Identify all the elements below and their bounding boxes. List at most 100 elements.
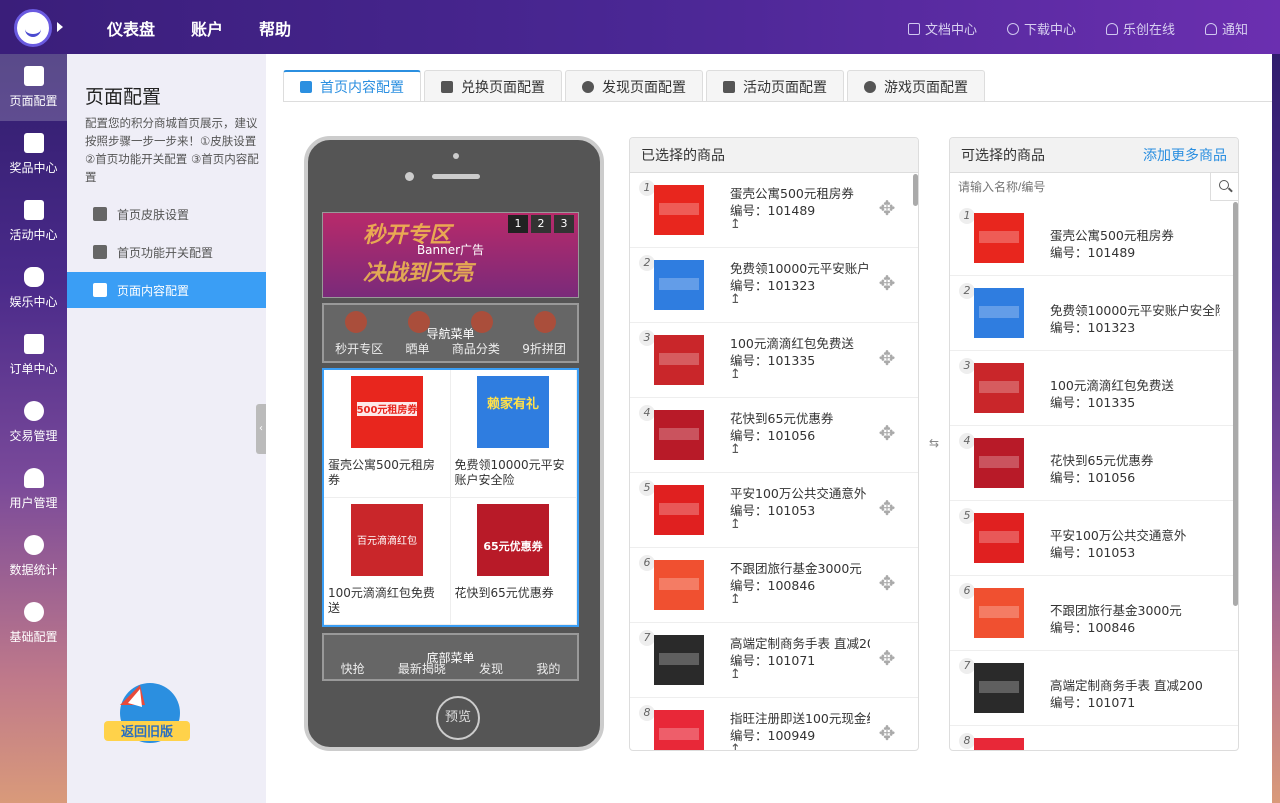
drag-handle-icon[interactable]: ✥ — [876, 572, 898, 594]
leftnav-activity-center[interactable]: 活动中心 — [0, 188, 67, 255]
subnav-skin-setting[interactable]: 首页皮肤设置 — [67, 196, 266, 232]
banner-page-2[interactable]: 2 — [531, 215, 551, 233]
product-code: 编号：100949 — [730, 728, 816, 743]
product-row[interactable]: 2 免费领10000元平安账户安全险 编号：101323 — [950, 276, 1238, 351]
product-row[interactable]: 8 编号： — [950, 726, 1238, 750]
gamepad-icon — [864, 80, 876, 93]
move-up-icon[interactable]: ↥ — [730, 517, 741, 532]
row-index: 7 — [959, 658, 975, 674]
product-thumb — [974, 363, 1024, 413]
back-to-old-version-button[interactable]: 返回旧版 — [100, 675, 192, 750]
available-scrollbar[interactable] — [1233, 202, 1238, 606]
footer-items: 快抢 最新揭晓 发现 我的 — [324, 660, 577, 677]
product-code: 编号：101489 — [730, 203, 816, 218]
bell-icon — [1204, 22, 1217, 35]
product-row[interactable]: 5 平安100万公共交通意外 编号：101053 — [950, 501, 1238, 576]
subnav-content-config[interactable]: 页面内容配置 — [67, 272, 266, 308]
leftnav-prize-center[interactable]: 奖品中心 — [0, 121, 67, 188]
product-row[interactable]: 6 不跟团旅行基金3000元 编号：100846 — [950, 576, 1238, 651]
page-config-icon — [23, 66, 44, 86]
search-icon[interactable] — [1210, 173, 1238, 201]
leftnav-basic-config[interactable]: 基础配置 — [0, 590, 67, 657]
collapse-handle[interactable]: ‹ — [256, 404, 266, 454]
sub-nav: 页面配置 配置您的积分商城首页展示，建议按照步骤一步一步来！①皮肤设置 ②首页功… — [67, 54, 266, 803]
product-row[interactable]: 8 指旺注册即送100元现金红 编号：100949 ↥ ✥ — [630, 698, 918, 750]
leftnav-order-center[interactable]: 订单中心 — [0, 322, 67, 389]
banner-page-3[interactable]: 3 — [554, 215, 574, 233]
product-row[interactable]: 1 蛋壳公寓500元租房券 编号：101489 — [950, 201, 1238, 276]
product-grid[interactable]: 500元租房券 蛋壳公寓500元租房券 赖家有礼 免费领10000元平安账户安全险 … — [322, 368, 579, 627]
banner-ad[interactable]: 秒开专区 决战到天亮 Banner广告 1 2 3 — [322, 212, 579, 298]
row-index: 2 — [959, 283, 975, 299]
selected-scrollbar[interactable] — [913, 174, 918, 206]
caret-right-icon[interactable] — [57, 22, 63, 32]
product-row[interactable]: 3 100元滴滴红包免费送 编号：101335 — [950, 351, 1238, 426]
product-thumb — [974, 288, 1024, 338]
topnav-account[interactable]: 账户 — [191, 16, 223, 40]
leftnav-trade-manage[interactable]: 交易管理 — [0, 389, 67, 456]
subnav-feature-switch[interactable]: 首页功能开关配置 — [67, 234, 266, 270]
product-code: 编号：101323 — [730, 278, 816, 293]
product-row[interactable]: 5 平安100万公共交通意外 编号：101053 ↥ ✥ — [630, 473, 918, 548]
doc-center-link[interactable]: 文档中心 — [907, 19, 977, 38]
drag-handle-icon[interactable]: ✥ — [876, 197, 898, 219]
tab-activity-page[interactable]: 活动页面配置 — [706, 70, 844, 102]
gift-icon — [441, 80, 453, 93]
drag-handle-icon[interactable]: ✥ — [876, 647, 898, 669]
flag-icon — [23, 200, 44, 220]
drag-handle-icon[interactable]: ✥ — [876, 722, 898, 744]
move-up-icon[interactable]: ↥ — [730, 592, 741, 607]
move-up-icon[interactable]: ↥ — [730, 367, 741, 382]
banner-page-1[interactable]: 1 — [508, 215, 528, 233]
topnav-dashboard[interactable]: 仪表盘 — [107, 16, 155, 40]
product-row[interactable]: 2 免费领10000元平安账户 编号：101323 ↥ ✥ — [630, 248, 918, 323]
product-thumb — [974, 663, 1024, 713]
leftnav-user-manage[interactable]: 用户管理 — [0, 456, 67, 523]
preview-button[interactable]: 预览 — [436, 696, 480, 740]
tab-discover-page[interactable]: 发现页面配置 — [565, 70, 703, 102]
product-row[interactable]: 4 花快到65元优惠券 编号：101056 — [950, 426, 1238, 501]
drag-handle-icon[interactable]: ✥ — [876, 497, 898, 519]
search-input[interactable] — [950, 173, 1210, 201]
tab-exchange-page[interactable]: 兑换页面配置 — [424, 70, 562, 102]
product-code: 编号：100846 — [730, 578, 816, 593]
product-row[interactable]: 6 不跟团旅行基金3000元 编号：100846 ↥ ✥ — [630, 548, 918, 623]
product-row[interactable]: 4 花快到65元优惠券 编号：101056 ↥ ✥ — [630, 398, 918, 473]
logo-icon[interactable] — [14, 9, 52, 47]
product-cell: 赖家有礼 免费领10000元平安账户安全险 — [450, 370, 577, 498]
tab-home-content[interactable]: 首页内容配置 — [283, 70, 421, 102]
download-center-link[interactable]: 下载中心 — [1006, 19, 1076, 38]
leftnav-data-stats[interactable]: 数据统计 — [0, 523, 67, 590]
product-row[interactable]: 1 蛋壳公寓500元租房券 编号：101489 ↥ ✥ — [630, 173, 918, 248]
row-index: 3 — [639, 330, 655, 346]
pie-chart-icon — [23, 535, 44, 555]
leftnav-page-config[interactable]: 页面配置 — [0, 54, 67, 121]
notify-link[interactable]: 通知 — [1204, 19, 1248, 38]
nav-items: 秒开专区 晒单 商品分类 9折拼团 — [324, 340, 577, 357]
move-up-icon[interactable]: ↥ — [730, 742, 741, 750]
eye-icon — [582, 80, 594, 93]
footer-menu-block[interactable]: 底部菜单 快抢 最新揭晓 发现 我的 — [322, 633, 579, 681]
user-link[interactable]: 乐创在线 — [1105, 19, 1175, 38]
drag-handle-icon[interactable]: ✥ — [876, 272, 898, 294]
product-code: 编号：101323 — [1050, 320, 1136, 335]
product-code: 编号：101071 — [1050, 695, 1136, 710]
nav-menu-block[interactable]: 导航菜单 秒开专区 晒单 商品分类 9折拼团 — [322, 303, 579, 363]
tab-game-page[interactable]: 游戏页面配置 — [847, 70, 985, 102]
move-up-icon[interactable]: ↥ — [730, 292, 741, 307]
leftnav-entertainment[interactable]: 娱乐中心 — [0, 255, 67, 322]
drag-handle-icon[interactable]: ✥ — [876, 347, 898, 369]
product-thumb — [654, 260, 704, 310]
move-up-icon[interactable]: ↥ — [730, 667, 741, 682]
topnav-help[interactable]: 帮助 — [259, 16, 291, 40]
available-panel-header: 可选择的商品 添加更多商品 — [950, 138, 1238, 173]
product-name: 100元滴滴红包免费送 — [328, 585, 435, 615]
add-more-products-link[interactable]: 添加更多商品 — [1143, 145, 1227, 165]
move-up-icon[interactable]: ↥ — [730, 442, 741, 457]
product-thumb — [974, 513, 1024, 563]
product-row[interactable]: 3 100元滴滴红包免费送 编号：101335 ↥ ✥ — [630, 323, 918, 398]
product-row[interactable]: 7 高端定制商务手表 直减200 编号：101071 — [950, 651, 1238, 726]
product-row[interactable]: 7 高端定制商务手表 直减20 编号：101071 ↥ ✥ — [630, 623, 918, 698]
drag-handle-icon[interactable]: ✥ — [876, 422, 898, 444]
move-up-icon[interactable]: ↥ — [730, 217, 741, 232]
